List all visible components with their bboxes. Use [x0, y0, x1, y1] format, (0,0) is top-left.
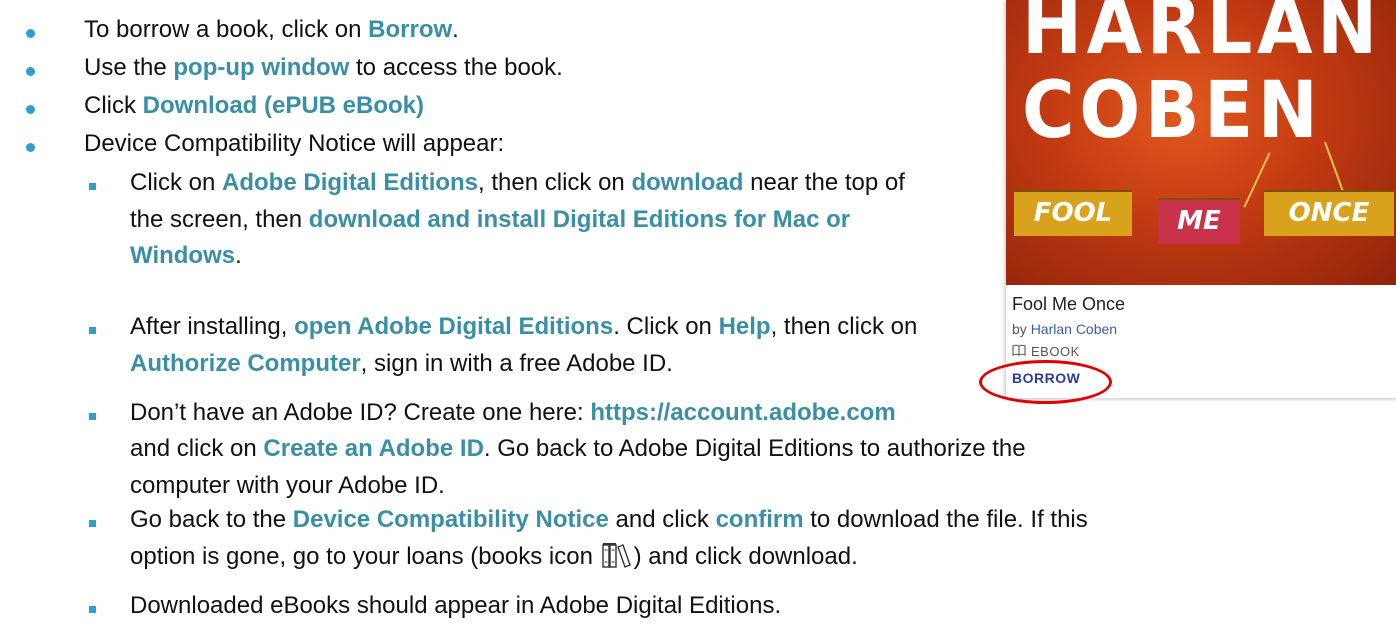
- sub-authorize-line2: Authorize Computer, sign in with a free …: [130, 349, 673, 380]
- text: to access the book.: [349, 54, 563, 81]
- highlight-popup: pop-up window: [173, 54, 350, 81]
- book-author-link[interactable]: Harlan Coben: [1031, 321, 1117, 337]
- sub-adobe-line1: Click on Adobe Digital Editions, then cl…: [130, 168, 905, 199]
- highlight-confirm: confirm: [715, 506, 804, 533]
- sub-adobe-line2: the screen, then download and install Di…: [130, 205, 850, 236]
- text: To borrow a book, click on: [84, 16, 369, 43]
- text: to download the file. If this: [803, 506, 1088, 533]
- cover-plate-once: ONCE: [1264, 190, 1394, 236]
- adobe-account-link[interactable]: https://account.adobe.com: [590, 399, 895, 426]
- book-byline: by Harlan Coben: [1012, 321, 1117, 337]
- text: , then click on: [478, 169, 632, 196]
- text: .: [235, 242, 242, 269]
- highlight-create-id: Create an Adobe ID: [263, 435, 484, 462]
- sub-bullet: [89, 327, 96, 334]
- sub-bullet: [89, 520, 96, 527]
- text: , sign in with a free Adobe ID.: [360, 350, 673, 377]
- highlight-authorize: Authorize Computer: [130, 350, 361, 377]
- highlight-notice: Device Compatibility Notice: [292, 506, 609, 533]
- cover-author-last: COBEN: [1022, 66, 1323, 156]
- sub-bullet: [89, 413, 96, 420]
- books-icon: [601, 542, 632, 577]
- highlight-help: Help: [718, 313, 771, 340]
- bullet-dot: [26, 29, 35, 38]
- text: ) and click download.: [633, 543, 858, 570]
- highlight-borrow: Borrow: [368, 16, 453, 43]
- instruction-borrow: To borrow a book, click on Borrow.: [84, 15, 459, 46]
- cover-plate-me: ME: [1158, 198, 1240, 244]
- text: the screen, then: [130, 206, 309, 233]
- bullet-dot: [26, 143, 35, 152]
- text: option is gone, go to your loans (books …: [130, 543, 600, 570]
- sub-adobeid-line1: Don’t have an Adobe ID? Create one here:…: [130, 398, 896, 429]
- highlight-download-link: download: [631, 169, 744, 196]
- text: .: [452, 16, 459, 43]
- sub-authorize-line1: After installing, open Adobe Digital Edi…: [130, 312, 917, 343]
- text: near the top of: [743, 169, 905, 196]
- sub-confirm-line2: option is gone, go to your loans (books …: [130, 542, 858, 577]
- sub-adobeid-line2: and click on Create an Adobe ID. Go back…: [130, 434, 1026, 465]
- book-cover[interactable]: HARLAN COBEN FOOL ME ONCE: [1006, 0, 1396, 285]
- highlight-ade: Adobe Digital Editions: [222, 169, 479, 196]
- text: and click on: [130, 435, 264, 462]
- text: , then click on: [770, 313, 918, 340]
- book-card[interactable]: HARLAN COBEN FOOL ME ONCE Fool Me Once b…: [1006, 0, 1396, 398]
- text: . Go back to Adobe Digital Editions to a…: [483, 435, 1026, 462]
- text: Device Compatibility Notice will appear:: [84, 130, 505, 157]
- cover-plate-fool: FOOL: [1014, 190, 1132, 236]
- instruction-download: Click Download (ePUB eBook): [84, 91, 424, 122]
- text: Don’t have an Adobe ID? Create one here:: [130, 399, 591, 426]
- instruction-popup: Use the pop-up window to access the book…: [84, 53, 563, 84]
- text: . Click on: [613, 313, 719, 340]
- text: and click: [608, 506, 716, 533]
- text: computer with your Adobe ID.: [130, 472, 445, 499]
- instruction-notice: Device Compatibility Notice will appear:: [84, 129, 504, 160]
- text: Use the: [84, 54, 174, 81]
- highlight-open-ade: open Adobe Digital Editions: [294, 313, 614, 340]
- sub-adobeid-line3: computer with your Adobe ID.: [130, 471, 445, 502]
- borrow-highlight-circle: [979, 360, 1112, 404]
- text: Go back to the: [130, 506, 293, 533]
- byline-prefix: by: [1012, 321, 1027, 337]
- text: Click: [84, 92, 143, 119]
- text: Downloaded eBooks should appear in Adobe…: [130, 592, 782, 619]
- sub-adobe-line3: Windows.: [130, 241, 242, 272]
- format-label: EBOOK: [1031, 344, 1080, 359]
- bullet-dot: [26, 67, 35, 76]
- cover-author-first: HARLAN: [1022, 0, 1382, 72]
- highlight-windows: Windows: [130, 242, 236, 269]
- sub-confirm-line1: Go back to the Device Compatibility Noti…: [130, 505, 1088, 536]
- sub-downloaded: Downloaded eBooks should appear in Adobe…: [130, 591, 781, 622]
- text: Click on: [130, 169, 223, 196]
- text: After installing,: [130, 313, 295, 340]
- book-format: EBOOK: [1012, 344, 1080, 359]
- highlight-install: download and install Digital Editions fo…: [308, 206, 851, 233]
- sub-bullet: [89, 183, 96, 190]
- highlight-download: Download (ePUB eBook): [142, 92, 425, 119]
- sub-bullet: [89, 606, 96, 613]
- open-book-icon: [1012, 344, 1026, 359]
- bullet-dot: [26, 105, 35, 114]
- book-title[interactable]: Fool Me Once: [1012, 294, 1125, 315]
